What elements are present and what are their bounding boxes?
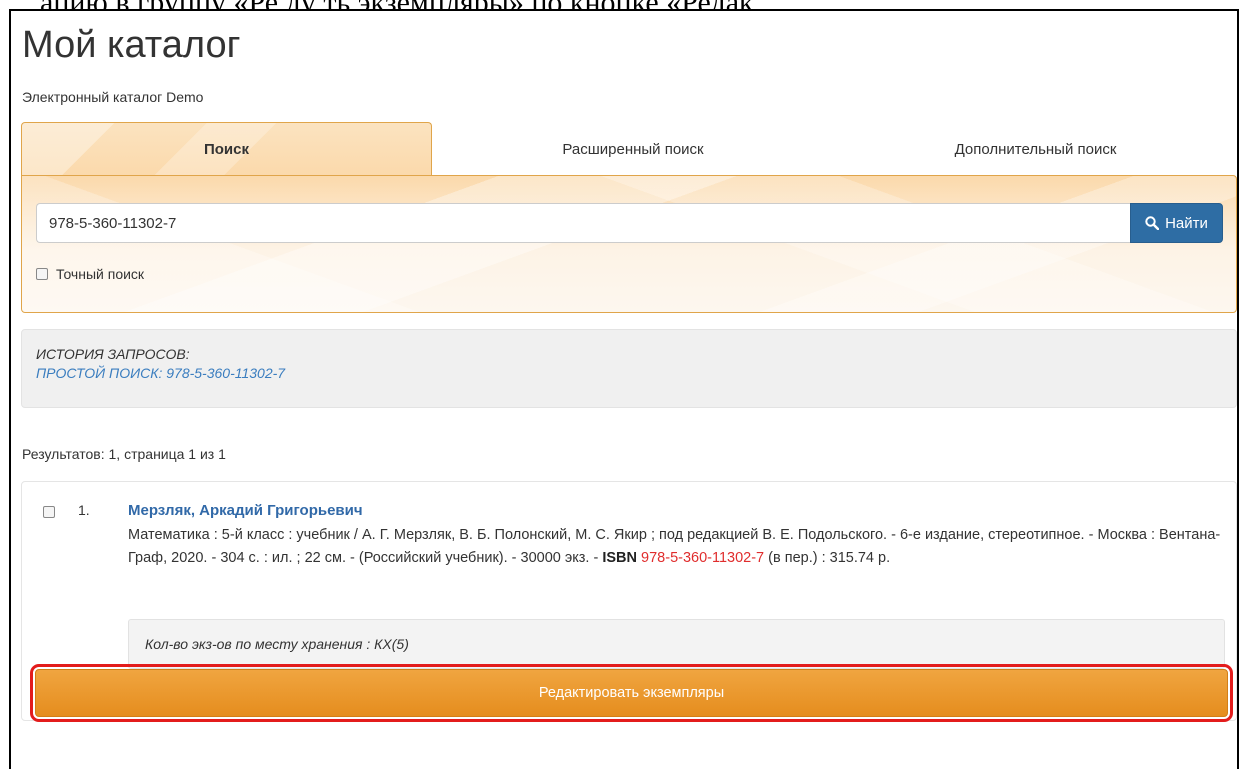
page-title: Мой каталог (22, 24, 241, 66)
result-select-checkbox[interactable] (43, 506, 55, 518)
search-button-label: Найти (1165, 214, 1208, 232)
exact-search-option[interactable]: Точный поиск (36, 266, 144, 282)
exact-search-checkbox[interactable] (36, 268, 48, 280)
query-history-title: История запросов: (36, 346, 190, 362)
catalog-subtitle: Электронный каталог Demo (22, 89, 204, 105)
holdings-info: Кол-во экз-ов по месту хранения : КХ(5) (128, 619, 1225, 669)
isbn-label: ISBN (602, 550, 638, 566)
query-history-link[interactable]: Простой поиск: 978-5-360-11302-7 (36, 365, 285, 381)
result-price: (в пер.) : 315.74 р. (768, 550, 891, 566)
results-summary: Результатов: 1, страница 1 из 1 (22, 446, 226, 462)
screenshot-frame: Мой каталог Электронный каталог Demo Пои… (9, 9, 1239, 769)
tab-search[interactable]: Поиск (21, 122, 432, 176)
search-button[interactable]: Найти (1130, 203, 1223, 243)
tab-additional-search[interactable]: Дополнительный поиск (834, 122, 1237, 176)
edit-copies-button[interactable]: Редактировать экземпляры (35, 669, 1228, 717)
isbn-value[interactable]: 978-5-360-11302-7 (641, 550, 764, 566)
search-icon (1145, 216, 1160, 230)
search-input[interactable] (36, 203, 1130, 243)
result-number: 1. (78, 502, 90, 518)
search-tabs: Поиск Расширенный поиск Дополнительный п… (21, 122, 1237, 176)
exact-search-label: Точный поиск (56, 266, 145, 282)
result-description: Математика : 5-й класс : учебник / А. Г.… (128, 524, 1224, 570)
result-author-link[interactable]: Мерзляк, Аркадий Григорьевич (128, 502, 363, 519)
tab-advanced-search[interactable]: Расширенный поиск (432, 122, 834, 176)
query-history: История запросов: Простой поиск: 978-5-3… (21, 329, 1237, 408)
search-panel: Найти Точный поиск (21, 175, 1237, 313)
